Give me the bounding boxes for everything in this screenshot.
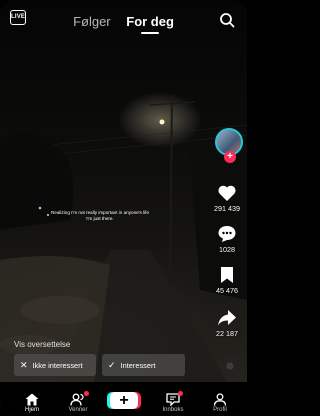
nav-home[interactable]: Hjem xyxy=(12,393,52,413)
nav-inbox[interactable]: Innboks xyxy=(153,391,193,413)
create-button[interactable]: + xyxy=(110,392,138,409)
feed-tabs: Følger For deg xyxy=(0,14,247,29)
share-icon xyxy=(218,310,236,326)
tab-for-you[interactable]: For deg xyxy=(126,14,174,29)
nav-friends[interactable]: Venner xyxy=(58,391,98,413)
nav-friends-label: Venner xyxy=(68,407,88,413)
share-button[interactable]: 22 187 xyxy=(207,309,247,338)
search-icon[interactable] xyxy=(219,12,235,28)
interested-label: Interessert xyxy=(120,361,156,370)
profile-icon xyxy=(213,393,227,406)
save-count: 45 476 xyxy=(216,286,238,295)
heart-icon xyxy=(218,185,236,201)
inbox-notification-dot xyxy=(178,391,183,396)
show-translation-link[interactable]: Vis oversettelse xyxy=(14,340,70,349)
share-count: 22 187 xyxy=(216,329,238,338)
not-interested-label: Ikke interessert xyxy=(32,361,83,370)
comment-count: 1028 xyxy=(219,245,235,254)
check-icon: ✓ xyxy=(108,360,116,370)
bottom-navigation: Hjem Venner + Innboks Profil xyxy=(0,382,247,416)
comment-icon xyxy=(218,226,236,242)
nav-home-label: Hjem xyxy=(24,407,39,413)
phone-screen: LIVE Følger For deg Realizing I'm not re… xyxy=(0,0,247,416)
follow-button[interactable]: + xyxy=(224,151,236,163)
comment-button[interactable]: 1028 xyxy=(207,225,247,254)
tab-following[interactable]: Følger xyxy=(73,14,111,29)
save-button[interactable]: 45 476 xyxy=(207,266,247,295)
video-caption-text: Realizing I'm not really important in an… xyxy=(50,210,149,221)
interested-button[interactable]: ✓ Interessert xyxy=(102,354,185,376)
sound-disc[interactable] xyxy=(220,356,240,376)
nav-profile[interactable]: Profil xyxy=(200,393,240,413)
friends-notification-dot xyxy=(84,391,89,396)
bookmark-icon xyxy=(221,267,233,283)
nav-inbox-label: Innboks xyxy=(162,407,184,413)
close-icon: ✕ xyxy=(20,360,28,370)
plus-icon: + xyxy=(119,392,129,409)
like-count: 291 439 xyxy=(214,204,240,213)
like-button[interactable]: 291 439 xyxy=(207,184,247,213)
nav-profile-label: Profil xyxy=(213,407,227,413)
home-icon xyxy=(25,393,39,406)
not-interested-button[interactable]: ✕ Ikke interessert xyxy=(14,354,96,376)
top-bar: LIVE Følger For deg xyxy=(0,0,247,36)
